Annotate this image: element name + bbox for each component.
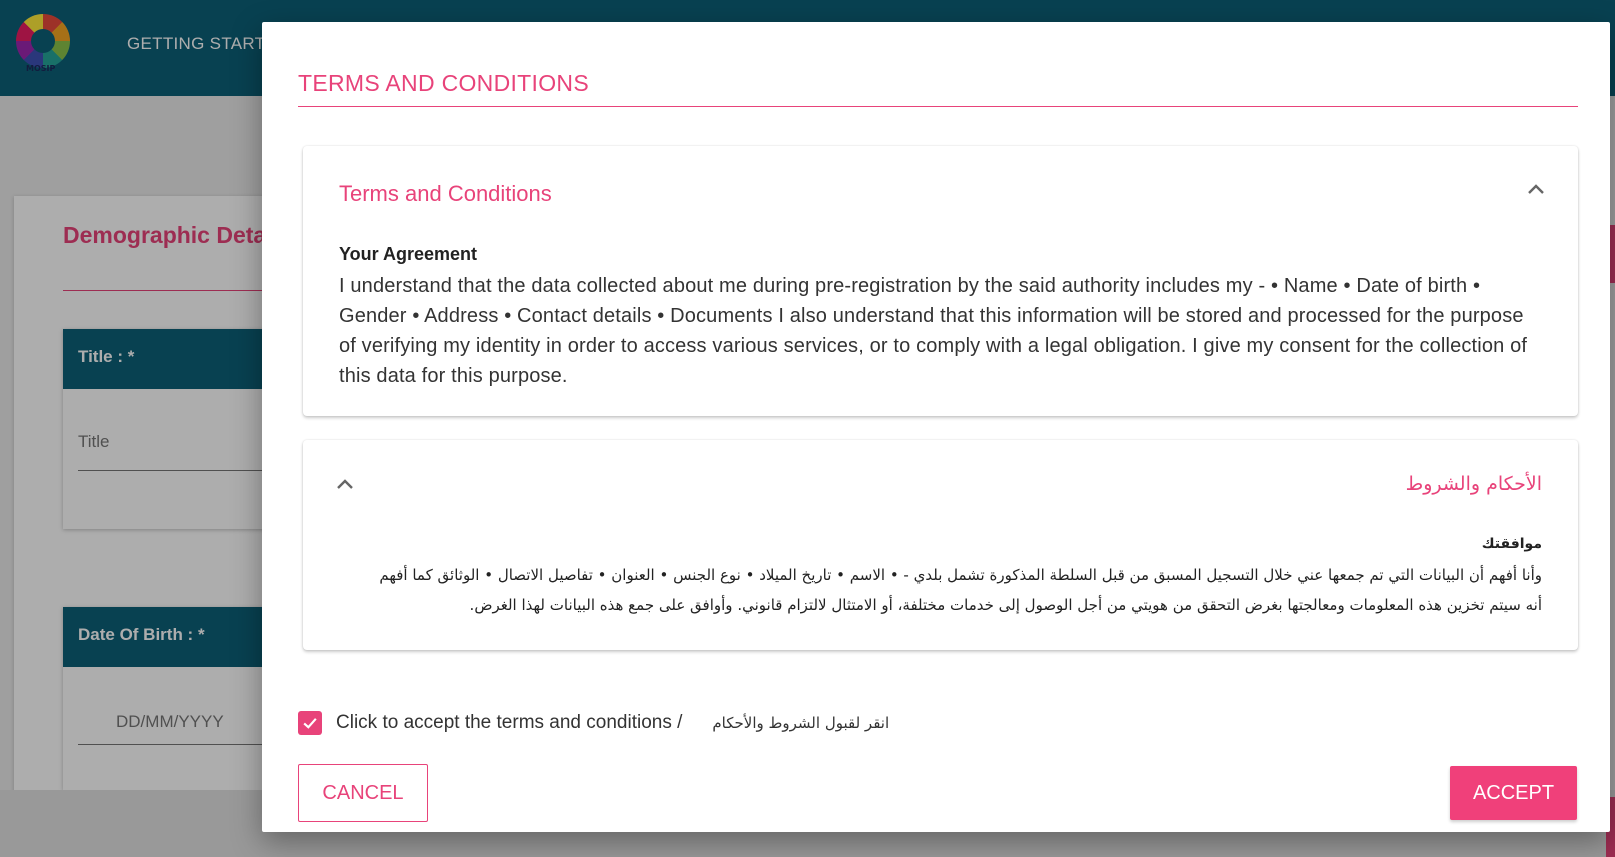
agreement-heading: Your Agreement — [339, 244, 478, 264]
accept-terms-checkbox[interactable] — [298, 711, 322, 735]
agreement-heading-arabic: موافقتك — [1481, 536, 1542, 552]
accept-terms-row: Click to accept the terms and conditions… — [298, 710, 889, 736]
agreement-text-arabic: وأنا أفهم أن البيانات التي تم جمعها عني … — [379, 566, 1542, 614]
terms-panel-english: Terms and Conditions Your Agreement I un… — [303, 146, 1578, 416]
chevron-up-icon[interactable] — [333, 473, 357, 497]
accept-terms-label[interactable]: Click to accept the terms and conditions… — [336, 712, 682, 734]
panel-title-english[interactable]: Terms and Conditions — [339, 181, 552, 207]
checkmark-icon — [303, 718, 317, 729]
accept-terms-label-arabic[interactable]: انقر لقبول الشروط والأحكام — [712, 714, 889, 732]
dialog-title-divider — [298, 106, 1578, 107]
dialog-title: TERMS AND CONDITIONS — [298, 70, 589, 96]
accept-button[interactable]: ACCEPT — [1450, 766, 1577, 820]
chevron-up-icon[interactable] — [1524, 178, 1548, 202]
cancel-button[interactable]: CANCEL — [298, 764, 428, 822]
terms-panel-arabic: الأحكام والشروط موافقتك وأنا أفهم أن الب… — [303, 440, 1578, 650]
panel-title-arabic[interactable]: الأحكام والشروط — [1406, 473, 1542, 495]
terms-dialog: TERMS AND CONDITIONS Terms and Condition… — [262, 22, 1610, 832]
agreement-text: I understand that the data collected abo… — [339, 275, 1528, 387]
